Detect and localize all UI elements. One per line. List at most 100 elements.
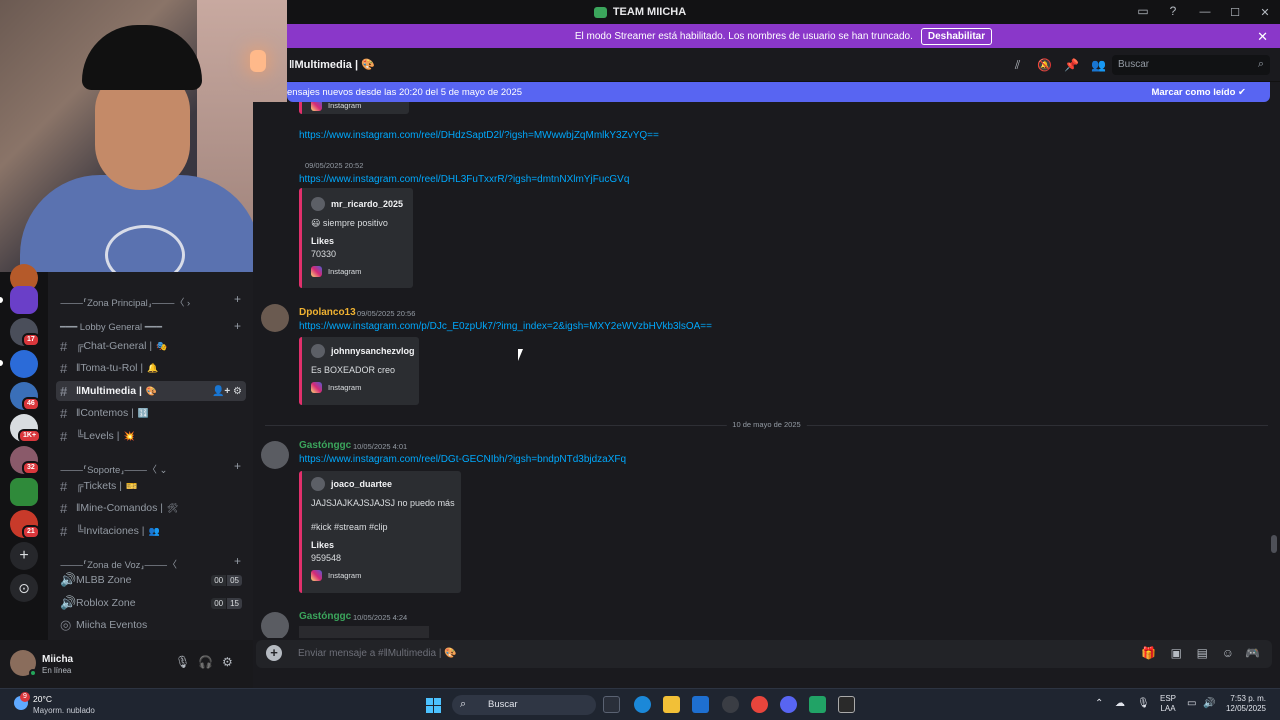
microphone-icon[interactable]: 🎙 (175, 655, 190, 669)
language-code: ESP (1160, 694, 1177, 703)
weather-temp[interactable]: 20°C (33, 694, 52, 704)
help-icon[interactable]: ? (1166, 4, 1180, 18)
category-soporte[interactable]: ⸻⸢Soporte⸥⸻〈 ⌄ (60, 462, 168, 476)
window-title: TEAM MIICHA (593, 6, 686, 18)
minimize-button[interactable]: — (1190, 6, 1220, 18)
server-badge: 1K+ (18, 429, 42, 443)
taskbar-search-input[interactable]: ⌕ Buscar (452, 695, 596, 715)
top-icons: ▭ ? (1136, 4, 1180, 18)
channel-emoji: 🛠 (167, 502, 179, 513)
mute-icon[interactable]: 🔕 (1037, 58, 1052, 73)
channel-tools-icons[interactable]: 👤+ ⚙ (212, 386, 242, 397)
add-server-button[interactable]: + (10, 542, 38, 570)
gift-icon[interactable]: 🎁 (1141, 646, 1156, 660)
user-panel: Miicha En línea 🎙 🎧 ⚙ (0, 640, 253, 688)
voice-channel-eventos[interactable]: ◎ Miicha Eventos (56, 615, 246, 635)
embed-likes-label: Likes (311, 540, 335, 550)
server-icon[interactable] (10, 350, 38, 378)
network-icon[interactable]: ▭ (1187, 698, 1196, 709)
channel-chat-general[interactable]: # ╔Chat-General | 🎭 (56, 336, 246, 356)
avatar[interactable] (261, 304, 289, 332)
header-icons: ⫽ 🔕 📌 👥 (1010, 58, 1106, 73)
hash-icon: # (60, 338, 68, 354)
members-icon[interactable]: 👥 (1091, 58, 1106, 73)
channel-multimedia[interactable]: # ‖Multimedia | 🎨 👤+ ⚙ (56, 381, 246, 401)
voice-channel-mlbb[interactable]: 🔊 MLBB Zone 00 05 (56, 570, 246, 590)
chat-scrollbar[interactable] (1271, 535, 1277, 553)
store-icon[interactable] (692, 696, 709, 713)
server-icon[interactable] (10, 478, 38, 506)
headphones-icon[interactable]: 🎧 (198, 655, 213, 669)
message-link[interactable]: https://www.instagram.com/p/DJc_E0zpUk7/… (299, 321, 712, 332)
server-icon[interactable] (10, 286, 38, 314)
add-channel-icon[interactable]: + (234, 459, 241, 473)
file-explorer-icon[interactable] (663, 696, 680, 713)
cloud-icon[interactable]: ☁ (1115, 698, 1125, 709)
voice-label: Roblox Zone (76, 597, 136, 609)
user-name[interactable]: Miicha (42, 654, 73, 665)
category-zona-principal[interactable]: ⸻⸢Zona Principal⸥⸻〈 › (60, 295, 190, 309)
embed: Instagram (299, 102, 409, 114)
close-banner-icon[interactable]: ✕ (1257, 29, 1268, 45)
task-view-icon[interactable] (603, 696, 620, 713)
voice-channel-roblox[interactable]: 🔊 Roblox Zone 00 15 (56, 593, 246, 613)
category-zona-de-voz[interactable]: ⸻⸢Zona de Voz⸥⸻〈 (60, 557, 177, 571)
mark-as-read-button[interactable]: Marcar como leído ✔ (1151, 87, 1246, 98)
message-link[interactable]: https://www.instagram.com/reel/DGt-GECNI… (299, 454, 626, 465)
embed-avatar (311, 477, 325, 491)
explore-servers-button[interactable]: ⊙ (10, 574, 38, 602)
taskbar-clock[interactable]: 7:53 p. m. 12/05/2025 (1226, 694, 1266, 714)
message-link[interactable]: https://www.instagram.com/reel/DHL3FuTxx… (299, 174, 629, 185)
message-link[interactable]: https://www.instagram.com/reel/DHdzSaptD… (299, 130, 659, 141)
channel-invitaciones[interactable]: # ╚Invitaciones | 👥 (56, 521, 246, 541)
epic-games-icon[interactable] (838, 696, 855, 713)
edge-icon[interactable] (634, 696, 651, 713)
message-author[interactable]: Dpolanco13 (299, 307, 356, 318)
media-preview[interactable] (299, 626, 429, 638)
message-author[interactable]: Gastónggc (299, 611, 351, 622)
disable-streamer-button[interactable]: Deshabilitar (920, 27, 993, 45)
message-list: Instagram https://www.instagram.com/reel… (253, 102, 1280, 638)
channel-contemos[interactable]: # ‖Contemos | 🔢 (56, 403, 246, 423)
language-indicator[interactable]: ESP LAA (1160, 694, 1176, 714)
volume-icon[interactable]: 🔊 (1203, 698, 1215, 709)
message-composer[interactable]: + Enviar mensaje a #‖Multimedia | 🎨 🎁 ▣ … (256, 640, 1272, 668)
threads-icon[interactable]: ⫽ (1010, 58, 1025, 73)
sticker-icon[interactable]: ▤ (1197, 646, 1208, 660)
attach-plus-icon[interactable]: + (266, 645, 282, 661)
message-author[interactable]: Gastónggc (299, 440, 351, 451)
channel-toma-tu-rol[interactable]: # ‖Toma-tu-Rol | 🔔 (56, 358, 246, 378)
emoji-icon[interactable]: ☺ (1222, 646, 1234, 660)
embed: joaco_duartee JAJSJAJKAJSJAJSJ no puedo … (299, 471, 461, 593)
message-input[interactable]: Enviar mensaje a #‖Multimedia | 🎨 (298, 648, 457, 659)
message-timestamp: 10/05/2025 4:24 (353, 613, 408, 622)
new-messages-bar[interactable]: ensajes nuevos desde las 20:20 del 5 de … (287, 82, 1270, 102)
channel-tickets[interactable]: # ╔Tickets | 🎫 (56, 476, 246, 496)
embed-author: johnnysanchezvlog (311, 344, 415, 358)
discord-icon[interactable] (780, 696, 797, 713)
apps-icon[interactable]: 🎮 (1245, 646, 1260, 660)
add-channel-icon[interactable]: + (234, 554, 241, 568)
tray-chevron-icon[interactable]: ⌃ (1095, 698, 1103, 709)
close-window-button[interactable]: ✕ (1250, 6, 1280, 19)
avatar[interactable] (261, 441, 289, 469)
mark-read-icon: ✔ (1238, 86, 1246, 98)
add-channel-icon[interactable]: + (234, 292, 241, 306)
avatar[interactable] (261, 612, 289, 638)
add-channel-icon[interactable]: + (234, 319, 241, 333)
channel-levels[interactable]: # ╚Levels | 💥 (56, 426, 246, 446)
category-lobby-general[interactable]: ━━━ Lobby General ━━━ (60, 322, 162, 333)
gear-icon[interactable]: ⚙ (222, 655, 233, 669)
excel-icon[interactable] (809, 696, 826, 713)
maximize-button[interactable]: ☐ (1220, 6, 1250, 19)
app-icon[interactable] (722, 696, 739, 713)
pin-icon[interactable]: 📌 (1064, 58, 1079, 73)
inbox-icon[interactable]: ▭ (1136, 4, 1150, 18)
channel-mine-comandos[interactable]: # ‖Mine-Comandos | 🛠 (56, 498, 246, 518)
windows-start-icon[interactable] (426, 698, 441, 713)
chrome-icon[interactable] (751, 696, 768, 713)
search-input[interactable]: Buscar ⌕ (1112, 55, 1270, 75)
gif-icon[interactable]: ▣ (1171, 646, 1182, 660)
mic-tray-icon[interactable]: 🎙 (1137, 698, 1150, 709)
server-rail: 17 46 1K+ 32 21 + ⊙ (0, 264, 48, 640)
